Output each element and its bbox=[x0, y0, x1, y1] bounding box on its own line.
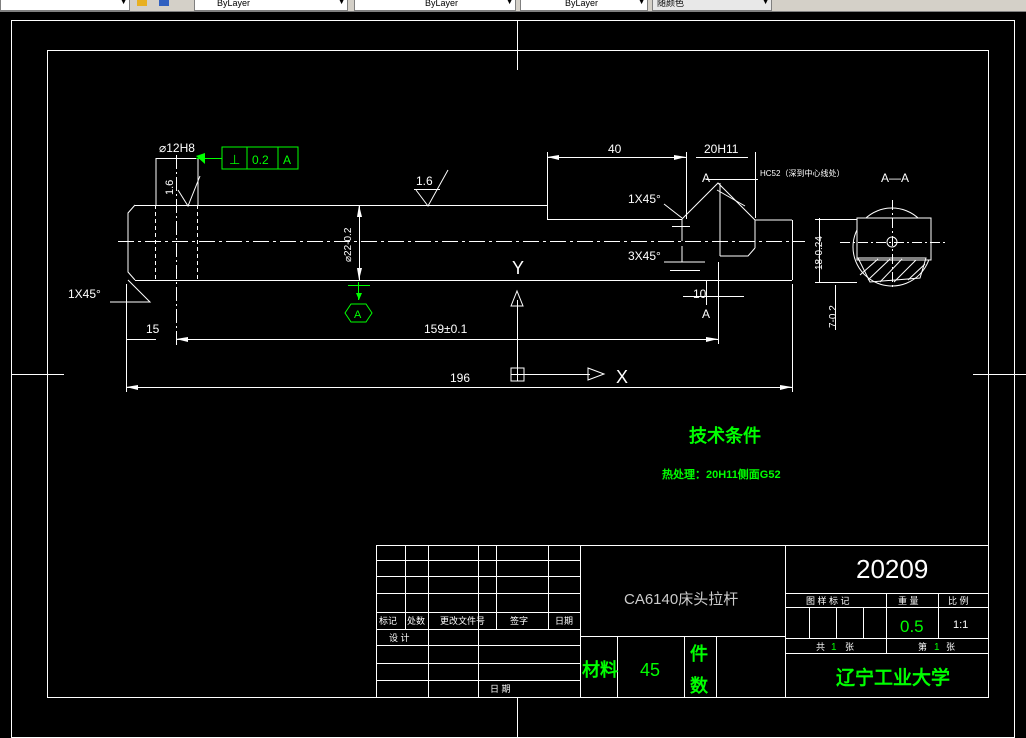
gdt-symbol: ⊥ bbox=[229, 152, 240, 167]
ucs-y-label: Y bbox=[512, 258, 524, 278]
col-docno: 更改文件号 bbox=[440, 615, 485, 626]
qty-label-1: 件 bbox=[690, 643, 708, 664]
plotstyle-dropdown-value: 随颜色 bbox=[657, 0, 685, 8]
sheet-no-post: 张 bbox=[946, 642, 955, 652]
design-label: 设 计 bbox=[389, 632, 410, 643]
dim-15-text: 15 bbox=[146, 322, 160, 336]
dim-dia22-text: ⌀22-0.2 bbox=[343, 227, 354, 262]
roughness-top-text: 1.6 bbox=[416, 174, 433, 188]
chevron-down-icon: ▼ bbox=[638, 0, 645, 6]
dim-196-text: 196 bbox=[450, 371, 470, 385]
chamfer-bottom-text: 3X45° bbox=[628, 249, 661, 263]
dim-18-text: 18-0.24 bbox=[814, 236, 825, 270]
datum-arrow bbox=[356, 293, 362, 300]
shaft-part bbox=[110, 155, 805, 345]
ucs-x-label: X bbox=[616, 367, 628, 387]
chevron-down-icon: ▼ bbox=[120, 0, 127, 6]
section-a-top-text: A bbox=[702, 171, 710, 185]
chamfer-top-text: 1X45° bbox=[628, 192, 661, 206]
header-weight: 重 量 bbox=[898, 595, 919, 606]
dim-159-text: 159±0.1 bbox=[424, 322, 468, 336]
header-scale: 比 例 bbox=[948, 595, 969, 606]
dim-10-text: 10 bbox=[693, 287, 707, 301]
dim-40-text: 40 bbox=[608, 142, 622, 156]
drawing-number: 20209 bbox=[856, 554, 928, 584]
linetype-dropdown[interactable]: ByLayer ▼ bbox=[354, 0, 516, 11]
material-label: 材料 bbox=[582, 659, 618, 680]
qty-label-2: 数 bbox=[690, 675, 709, 696]
layer-previous-icon[interactable] bbox=[158, 0, 172, 8]
hardness-text: HC52（深到中心线处） bbox=[760, 168, 844, 178]
datum-a-label: A bbox=[354, 309, 362, 321]
material-value: 45 bbox=[640, 660, 660, 680]
chamfer-left-text: 1X45° bbox=[68, 287, 101, 301]
col-date: 日期 bbox=[555, 616, 573, 626]
dimension-lines bbox=[126, 152, 793, 392]
lineweight-dropdown-value: ByLayer bbox=[565, 0, 599, 8]
chevron-down-icon: ▼ bbox=[338, 0, 345, 6]
dim-7-text: 7-0.2 bbox=[828, 305, 839, 328]
chevron-down-icon: ▼ bbox=[762, 0, 769, 6]
col-count: 处数 bbox=[407, 615, 425, 626]
chevron-down-icon: ▼ bbox=[506, 0, 513, 6]
school-name: 辽宁工业大学 bbox=[836, 666, 950, 689]
lineweight-dropdown[interactable]: ByLayer ▼ bbox=[520, 0, 648, 11]
col-sign: 签字 bbox=[510, 615, 528, 626]
header-stage: 图 样 标 记 bbox=[806, 595, 850, 606]
layer-dropdown[interactable]: ByLayer ▼ bbox=[194, 0, 348, 11]
layer-dropdown-value: ByLayer bbox=[217, 0, 251, 8]
sheet-no-value: 1 bbox=[934, 642, 940, 653]
sheet-no-pre: 第 bbox=[918, 641, 927, 652]
notes-heat: 热处理：20H11侧面G52 bbox=[662, 467, 781, 481]
date-label: 日 期 bbox=[490, 684, 511, 694]
dim-20h11-text: 20H11 bbox=[704, 142, 739, 156]
linetype-dropdown-value: ByLayer bbox=[425, 0, 459, 8]
sheets-total-post: 张 bbox=[845, 642, 854, 652]
drawing-canvas[interactable]: ⌀12H8 1.6 1.6 1X45° 15 159±0.1 196 40 20… bbox=[0, 11, 1026, 738]
scale-value: 1:1 bbox=[953, 619, 968, 631]
section-a-bottom-text: A bbox=[702, 307, 710, 321]
sheets-total-pre: 共 bbox=[816, 642, 825, 652]
section-title-text: A—A bbox=[881, 171, 909, 185]
notes-title: 技术条件 bbox=[689, 425, 761, 446]
sheets-total-value: 1 bbox=[831, 642, 837, 653]
ucs-icon bbox=[510, 289, 606, 382]
weight-value: 0.5 bbox=[900, 617, 924, 636]
roughness-left-text: 1.6 bbox=[164, 180, 176, 195]
arrowheads bbox=[126, 155, 792, 390]
color-dropdown[interactable]: ▼ bbox=[0, 0, 130, 11]
layer-states-icon[interactable] bbox=[136, 0, 150, 8]
dim-hole-text: ⌀12H8 bbox=[159, 141, 195, 155]
part-name: CA6140床头拉杆 bbox=[624, 591, 738, 608]
gdt-datum: A bbox=[283, 153, 291, 167]
col-mark: 标记 bbox=[379, 615, 397, 626]
gdt-tolerance: 0.2 bbox=[252, 153, 269, 167]
plotstyle-dropdown[interactable]: 随颜色 ▼ bbox=[652, 0, 772, 11]
